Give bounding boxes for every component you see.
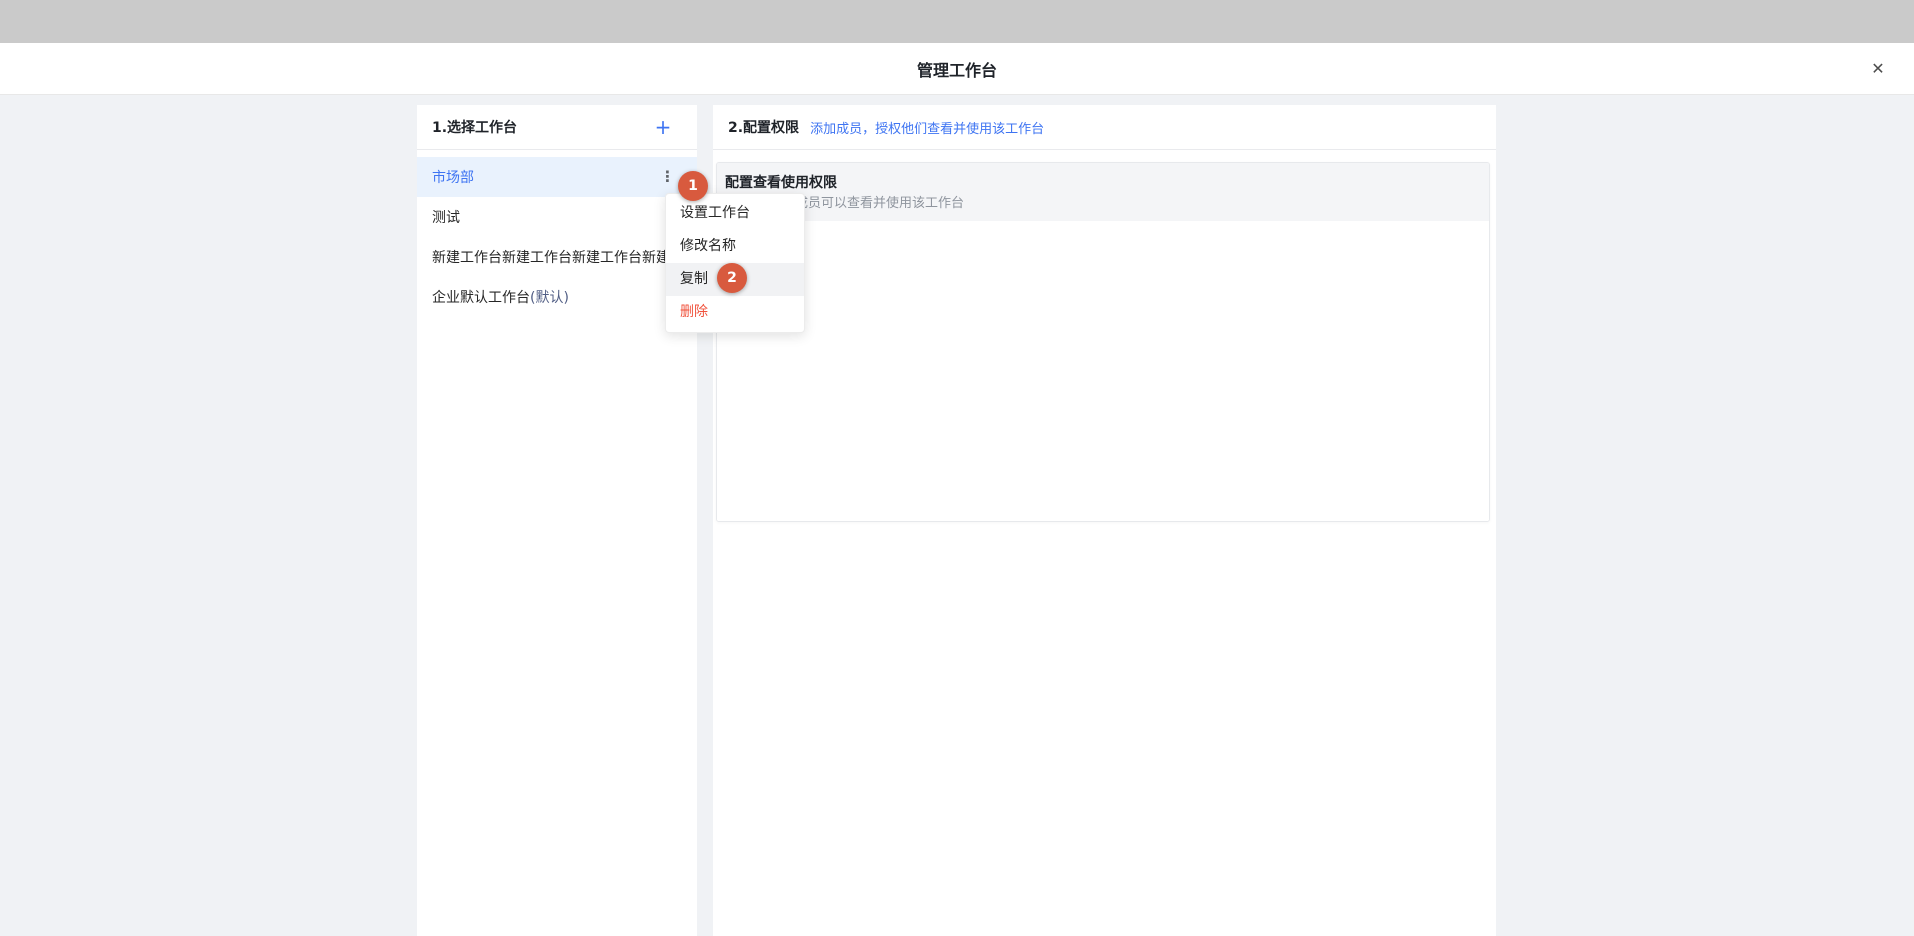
dialog-header: 管理工作台 ✕	[0, 43, 1914, 95]
menu-item-rename[interactable]: 修改名称	[666, 230, 804, 263]
dialog-title: 管理工作台	[917, 57, 997, 81]
plus-icon: +	[655, 117, 672, 137]
workbench-item-marketing[interactable]: 市场部 ⋮	[417, 157, 697, 197]
close-icon: ✕	[1871, 59, 1884, 78]
workbench-item-label: 测试	[432, 207, 460, 227]
menu-item-delete[interactable]: 删除	[666, 296, 804, 329]
view-permission-member-area	[717, 221, 1489, 522]
close-button[interactable]: ✕	[1864, 55, 1892, 83]
select-workbench-title: 1.选择工作台	[432, 117, 517, 137]
view-permission-subtitle: 成员可以查看并使用该工作台	[795, 194, 964, 214]
select-workbench-header: 1.选择工作台 +	[417, 105, 697, 150]
view-permission-box-header: 配置查看使用权限 成员可以查看并使用该工作台	[717, 163, 1489, 221]
manage-workbench-dialog: 管理工作台 ✕ 1.选择工作台 + 市场部 ⋮ 测试 新建工作台新建工作台新建工…	[0, 0, 1914, 936]
menu-item-settings[interactable]: 设置工作台	[666, 197, 804, 230]
annotation-badge-1: 1	[678, 171, 708, 201]
kebab-menu-icon: ⋮	[660, 168, 675, 186]
default-tag: (默认)	[530, 287, 569, 307]
configure-permissions-header: 2.配置权限 添加成员，授权他们查看并使用该工作台	[713, 105, 1496, 150]
workbench-list: 市场部 ⋮ 测试 新建工作台新建工作台新建工作台新建工作台 企业默认工作台(默认…	[417, 150, 697, 317]
add-workbench-button[interactable]: +	[653, 117, 673, 137]
workbench-item-test[interactable]: 测试	[417, 197, 697, 237]
annotation-badge-2: 2	[717, 263, 747, 293]
view-permission-title: 配置查看使用权限	[725, 173, 1477, 193]
top-gray-strip	[0, 0, 1914, 43]
more-menu-button[interactable]: ⋮	[660, 170, 675, 185]
configure-permissions-title: 2.配置权限	[728, 117, 799, 137]
workbench-item-new[interactable]: 新建工作台新建工作台新建工作台新建工作台	[417, 237, 697, 277]
select-workbench-panel: 1.选择工作台 + 市场部 ⋮ 测试 新建工作台新建工作台新建工作台新建工作台 …	[417, 105, 697, 936]
add-members-link[interactable]: 添加成员，授权他们查看并使用该工作台	[810, 118, 1044, 137]
workbench-item-label: 市场部	[432, 167, 474, 187]
view-permission-box: 配置查看使用权限 成员可以查看并使用该工作台	[716, 162, 1490, 522]
configure-permissions-panel: 2.配置权限 添加成员，授权他们查看并使用该工作台 配置查看使用权限 成员可以查…	[713, 105, 1496, 936]
workbench-item-label: 新建工作台新建工作台新建工作台新建工作台	[432, 247, 667, 267]
workbench-item-default[interactable]: 企业默认工作台(默认)	[417, 277, 697, 317]
workbench-item-label: 企业默认工作台	[432, 287, 530, 307]
